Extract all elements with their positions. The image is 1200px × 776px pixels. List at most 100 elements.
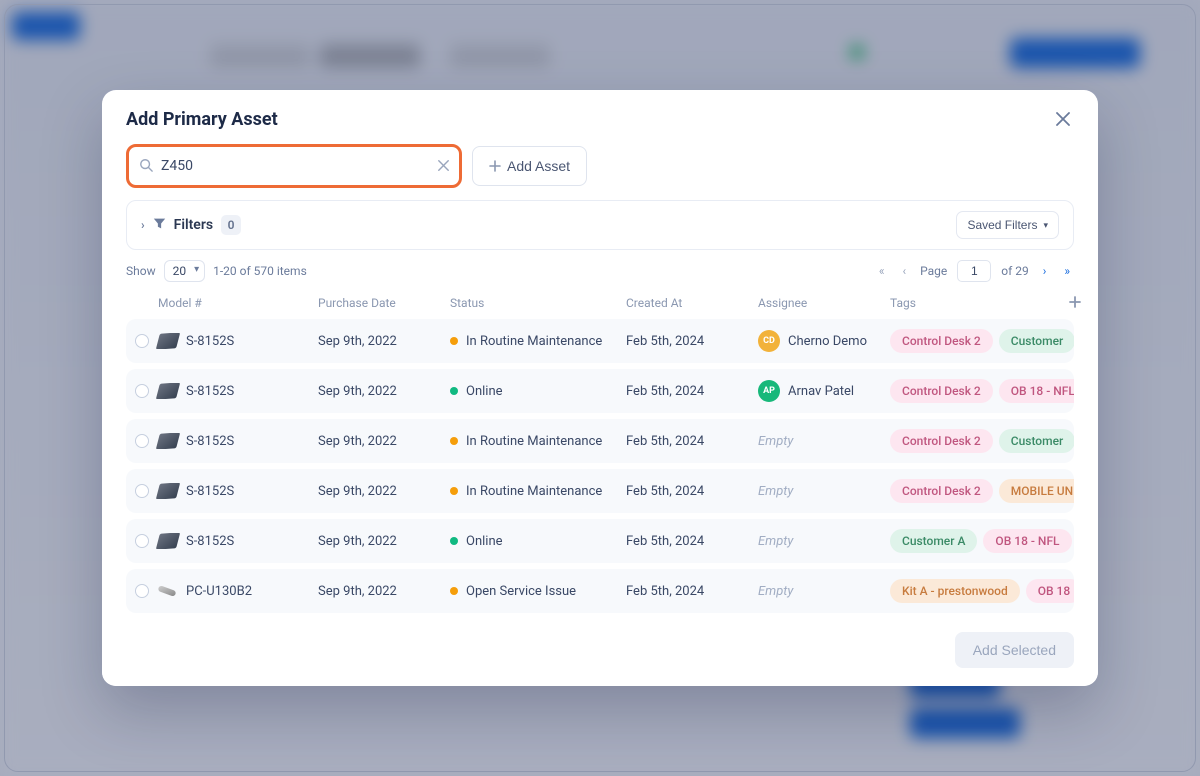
purchase-date: Sep 9th, 2022 (314, 484, 446, 499)
add-asset-button[interactable]: Add Asset (472, 146, 587, 186)
tag[interactable]: Kit A - prestonwood (890, 579, 1020, 603)
purchase-date: Sep 9th, 2022 (314, 434, 446, 449)
created-at: Feb 5th, 2024 (622, 584, 754, 599)
status-dot-icon (450, 437, 458, 445)
status-dot-icon (450, 587, 458, 595)
tags-cell: Control Desk 2Customer (886, 329, 1074, 353)
page-input[interactable] (957, 260, 991, 282)
created-at: Feb 5th, 2024 (622, 484, 754, 499)
model-text: S-8152S (186, 484, 234, 499)
tags-cell: Kit A - prestonwoodOB 18 (886, 579, 1074, 603)
modal-title: Add Primary Asset (126, 109, 278, 130)
assignee-empty: Empty (758, 434, 793, 449)
created-at: Feb 5th, 2024 (622, 334, 754, 349)
add-selected-button[interactable]: Add Selected (955, 632, 1074, 668)
model-text: S-8152S (186, 434, 234, 449)
tags-cell: Customer AOB 18 - NFL (886, 529, 1074, 553)
created-at: Feb 5th, 2024 (622, 434, 754, 449)
status-text: In Routine Maintenance (466, 334, 602, 349)
device-icon (158, 533, 178, 549)
col-purchase-date[interactable]: Purchase Date (314, 296, 446, 311)
search-field-wrap[interactable] (126, 144, 462, 188)
filters-toggle[interactable]: › Filters 0 (141, 215, 241, 235)
row-radio[interactable] (135, 384, 149, 398)
status-dot-icon (450, 487, 458, 495)
close-button[interactable] (1052, 108, 1074, 130)
tag[interactable]: Control Desk 2 (890, 379, 993, 403)
filters-count: 0 (221, 215, 241, 235)
tag[interactable]: OB 18 (1026, 579, 1074, 603)
tag[interactable]: Control Desk 2 (890, 329, 993, 353)
tags-cell: Control Desk 2MOBILE UN (886, 479, 1074, 503)
tag[interactable]: MOBILE UN (999, 479, 1074, 503)
saved-filters-button[interactable]: Saved Filters ▾ (956, 211, 1059, 239)
saved-filters-label: Saved Filters (967, 218, 1037, 232)
search-icon (139, 157, 153, 176)
model-text: S-8152S (186, 534, 234, 549)
assignee-name: Arnav Patel (788, 384, 854, 399)
plus-icon (1069, 296, 1081, 308)
status-text: Online (466, 384, 503, 399)
range-text: 1-20 of 570 items (213, 264, 307, 278)
device-icon (158, 383, 178, 399)
status-text: Open Service Issue (466, 584, 576, 599)
add-primary-asset-modal: Add Primary Asset Add Asset (102, 90, 1098, 686)
created-at: Feb 5th, 2024 (622, 534, 754, 549)
table-row[interactable]: S-8152S Sep 9th, 2022 In Routine Maintenan… (126, 469, 1074, 513)
add-column-button[interactable] (1060, 296, 1086, 311)
plus-icon (489, 160, 501, 172)
col-assignee[interactable]: Assignee (754, 296, 886, 311)
row-radio[interactable] (135, 484, 149, 498)
tag[interactable]: OB 18 - NFL (983, 529, 1071, 553)
chevron-down-icon: ▾ (1043, 220, 1048, 231)
assignee-name: Cherno Demo (788, 334, 867, 349)
status-dot-icon (450, 537, 458, 545)
status-dot-icon (450, 387, 458, 395)
row-radio[interactable] (135, 334, 149, 348)
table-header: Model # Purchase Date Status Created At … (126, 288, 1074, 319)
col-model[interactable]: Model # (154, 296, 314, 311)
table-row[interactable]: S-8152S Sep 9th, 2022 In Routine Maintenan… (126, 319, 1074, 363)
table-row[interactable]: S-8152SSep 9th, 2022OnlineFeb 5th, 2024E… (126, 519, 1074, 563)
page-size-select[interactable]: 20 (164, 260, 206, 282)
tag[interactable]: OB 18 - NFL (999, 379, 1074, 403)
model-text: S-8152S (186, 384, 234, 399)
search-input[interactable] (161, 158, 425, 174)
tag[interactable]: Control Desk 2 (890, 429, 993, 453)
col-created-at[interactable]: Created At (622, 296, 754, 311)
first-page-button[interactable]: « (875, 262, 889, 280)
tag[interactable]: Control Desk 2 (890, 479, 993, 503)
table-row[interactable]: S-8152SSep 9th, 2022In Routine Maintenan… (126, 419, 1074, 463)
tag[interactable]: Customer (999, 429, 1074, 453)
show-label: Show (126, 264, 156, 278)
status-dot-icon (450, 337, 458, 345)
table-row[interactable]: PC-U130B2Sep 9th, 2022Open Service Issue… (126, 569, 1074, 613)
device-icon (158, 333, 178, 349)
prev-page-button[interactable]: ‹ (899, 262, 911, 280)
assignee-empty: Empty (758, 584, 793, 599)
status-text: In Routine Maintenance (466, 484, 602, 499)
clear-search-button[interactable] (438, 158, 449, 174)
row-radio[interactable] (135, 584, 149, 598)
assignee-empty: Empty (758, 484, 793, 499)
table-row[interactable]: S-8152SSep 9th, 2022OnlineFeb 5th, 2024A… (126, 369, 1074, 413)
page-label: Page (920, 264, 947, 278)
model-text: PC-U130B2 (186, 584, 252, 599)
model-text: S-8152S (186, 334, 234, 349)
row-radio[interactable] (135, 534, 149, 548)
assignee-empty: Empty (758, 534, 793, 549)
created-at: Feb 5th, 2024 (622, 384, 754, 399)
purchase-date: Sep 9th, 2022 (314, 334, 446, 349)
tag[interactable]: Customer (999, 329, 1074, 353)
tags-cell: Control Desk 2OB 18 - NFL (886, 379, 1074, 403)
tag[interactable]: Customer A (890, 529, 977, 553)
avatar: CD (758, 330, 780, 352)
page-of-text: of 29 (1001, 264, 1028, 278)
last-page-button[interactable]: » (1060, 262, 1074, 280)
col-status[interactable]: Status (446, 296, 622, 311)
device-icon (158, 483, 178, 499)
col-tags[interactable]: Tags (886, 296, 1060, 311)
chevron-right-icon: › (141, 218, 145, 232)
row-radio[interactable] (135, 434, 149, 448)
next-page-button[interactable]: › (1039, 262, 1051, 280)
